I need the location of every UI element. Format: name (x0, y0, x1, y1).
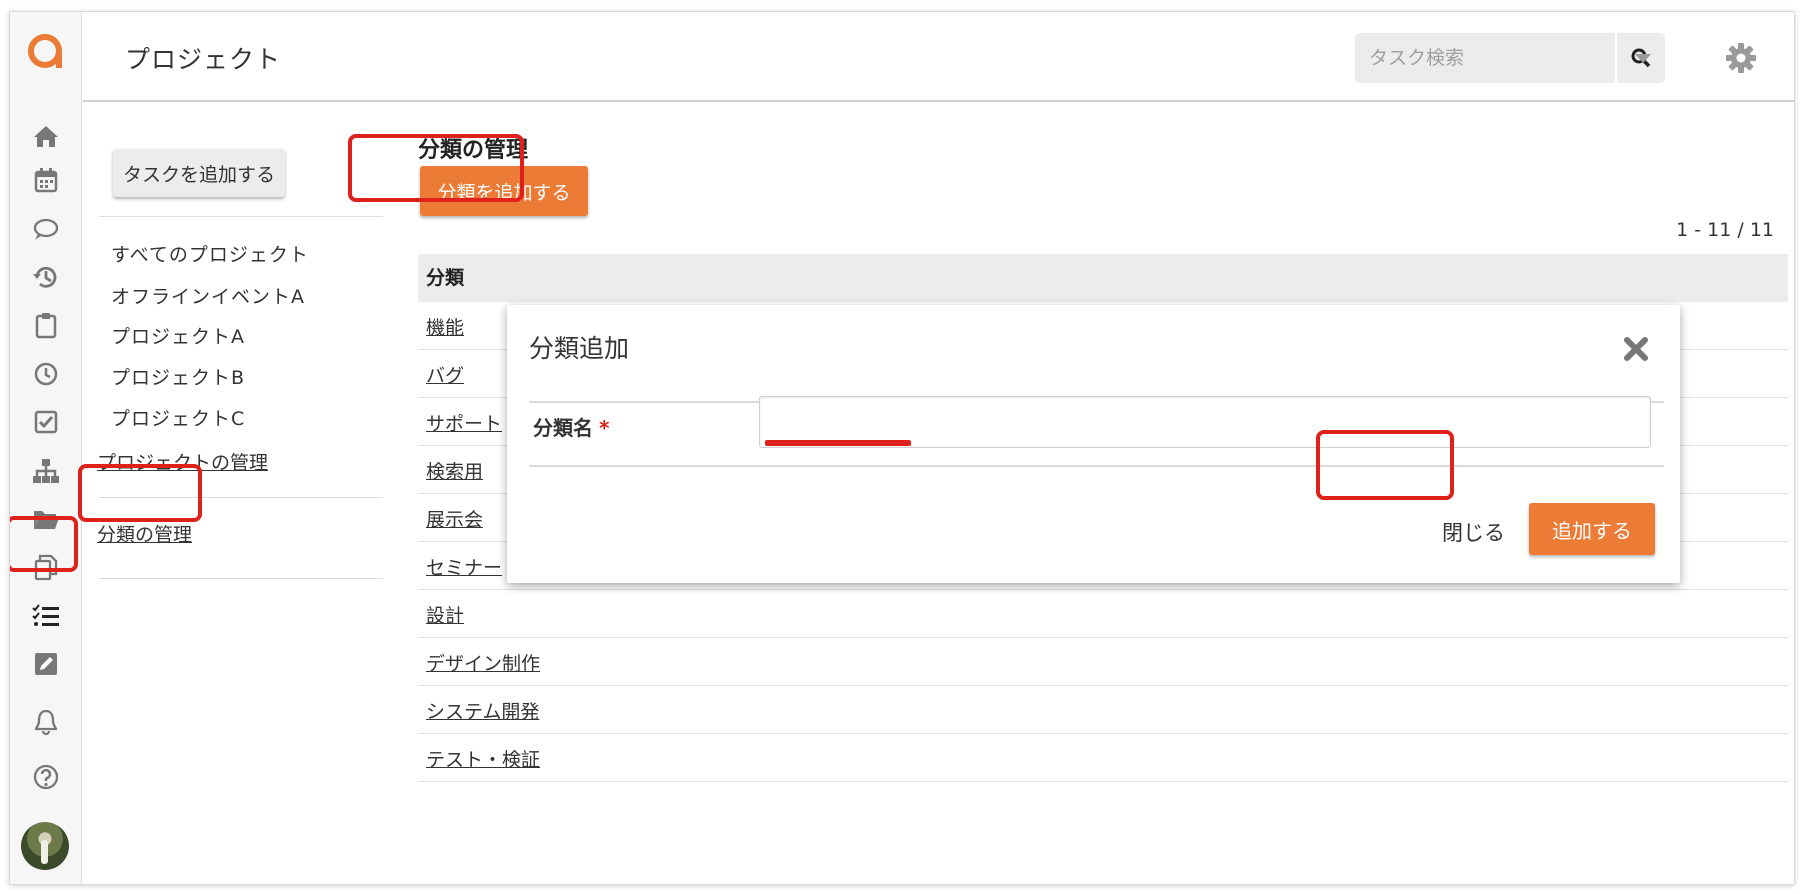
header: プロジェクト タスク検索 (83, 12, 1794, 102)
task-list-icon[interactable] (10, 594, 82, 638)
table-row: システム開発 (418, 686, 1788, 734)
project-item-all[interactable]: すべてのプロジェクト (111, 240, 309, 267)
history-icon[interactable] (10, 255, 82, 299)
chat-icon[interactable] (10, 207, 82, 251)
search-input[interactable]: タスク検索 (1355, 33, 1615, 83)
add-category-modal: 分類追加 分類名 * 閉じる 追加する (507, 305, 1680, 583)
bell-icon[interactable] (10, 700, 82, 744)
close-button[interactable]: 閉じる (1442, 517, 1505, 547)
category-link[interactable]: デザイン制作 (426, 653, 540, 675)
edit-icon[interactable] (10, 642, 82, 686)
divider (99, 497, 383, 498)
clock-icon[interactable] (10, 352, 82, 396)
add-task-button[interactable]: タスクを追加する (113, 149, 285, 197)
category-link[interactable]: 展示会 (426, 509, 483, 531)
manage-categories-link[interactable]: 分類の管理 (97, 520, 192, 547)
section-title: 分類の管理 (418, 138, 529, 163)
required-mark: * (599, 416, 610, 440)
help-icon[interactable] (10, 755, 82, 799)
category-link[interactable]: セミナー (426, 557, 502, 579)
modal-title: 分類追加 (529, 334, 630, 363)
project-item-offline-event-a[interactable]: オフラインイベントA (111, 282, 305, 309)
close-icon[interactable] (1622, 335, 1650, 363)
copy-icon[interactable] (10, 545, 82, 589)
clipboard-icon[interactable] (10, 303, 82, 347)
calendar-icon[interactable] (10, 158, 82, 202)
app-logo-icon[interactable] (26, 30, 64, 72)
category-link[interactable]: システム開発 (426, 701, 539, 723)
category-name-label: 分類名 * (533, 412, 609, 441)
divider (99, 216, 383, 217)
submit-add-button[interactable]: 追加する (1529, 503, 1655, 555)
checkbox-icon[interactable] (10, 400, 82, 444)
field-label-text: 分類名 (533, 416, 593, 440)
gear-icon[interactable] (1725, 42, 1757, 74)
table-row: テスト・検証 (418, 734, 1788, 782)
annotation-underline (765, 440, 911, 446)
category-link[interactable]: サポート (426, 413, 502, 435)
home-icon[interactable] (10, 114, 82, 158)
user-avatar[interactable] (21, 822, 69, 870)
chevron-down-icon[interactable] (1635, 54, 1651, 63)
folder-icon[interactable] (10, 497, 82, 541)
table-row: 設計 (418, 590, 1788, 638)
divider (529, 465, 1664, 467)
task-search[interactable]: タスク検索 (1355, 33, 1665, 83)
pagination-count: 1 - 11 / 11 (1676, 219, 1774, 241)
category-link[interactable]: 設計 (426, 605, 464, 627)
project-item-project-c[interactable]: プロジェクトC (111, 404, 245, 431)
category-link[interactable]: 検索用 (426, 461, 483, 483)
divider (99, 578, 383, 579)
category-link[interactable]: 機能 (426, 317, 464, 339)
table-row: デザイン制作 (418, 638, 1788, 686)
category-link[interactable]: テスト・検証 (426, 749, 540, 771)
table-header: 分類 (418, 254, 1788, 302)
project-item-project-a[interactable]: プロジェクトA (111, 322, 245, 349)
org-chart-icon[interactable] (10, 449, 82, 493)
app-window: プロジェクト タスク検索 タスクを追加する すべてのプロジェクト オフラインイベ… (10, 12, 1794, 884)
project-item-project-b[interactable]: プロジェクトB (111, 363, 245, 390)
add-category-button[interactable]: 分類を追加する (420, 166, 588, 216)
manage-projects-link[interactable]: プロジェクトの管理 (97, 448, 268, 475)
page-title: プロジェクト (125, 45, 282, 74)
icon-rail (10, 12, 82, 884)
category-link[interactable]: バグ (426, 365, 464, 387)
